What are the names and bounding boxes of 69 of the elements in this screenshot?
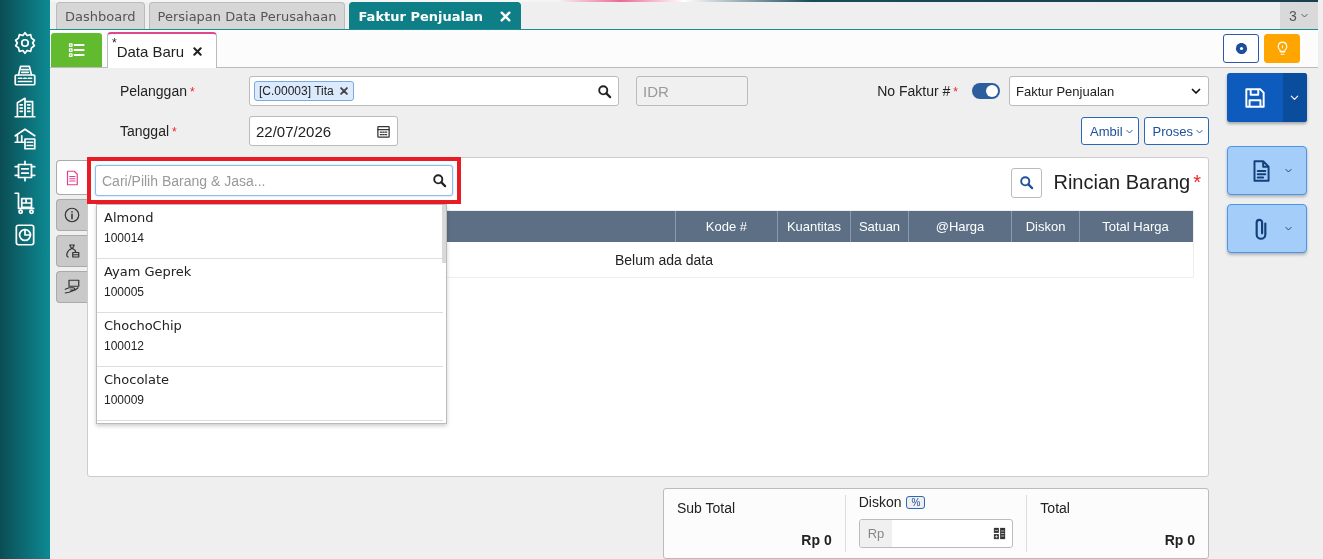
document-tab[interactable]: *Data Baru xyxy=(107,32,217,68)
close-icon[interactable] xyxy=(338,86,349,96)
column-header: Satuan xyxy=(850,211,908,242)
required-mark: * xyxy=(953,85,958,99)
caret-icon xyxy=(1284,224,1293,233)
chart-icon[interactable] xyxy=(12,222,38,248)
payment-icon xyxy=(63,278,81,296)
gear-icon[interactable] xyxy=(12,30,38,56)
search-icon[interactable] xyxy=(597,83,612,99)
panel-title: Rincian Barang xyxy=(1053,171,1191,193)
customer-tag: [C.00003] Tita xyxy=(254,81,354,101)
caret-icon xyxy=(1289,92,1300,103)
required-mark: * xyxy=(172,125,177,139)
result-item[interactable]: Ayam Geprek 100005 xyxy=(97,259,443,313)
total-value: Rp 0 xyxy=(1163,532,1195,548)
search-icon[interactable] xyxy=(432,173,447,188)
search-button[interactable] xyxy=(1011,167,1043,198)
subtotal-label: Sub Total xyxy=(677,500,737,516)
column-header: Kode # xyxy=(675,211,777,242)
customer-field[interactable]: [C.00003] Tita xyxy=(249,76,619,106)
tab[interactable]: Faktur Penjualan xyxy=(349,2,521,29)
side-tab[interactable] xyxy=(56,235,87,267)
tab[interactable]: Dashboard xyxy=(56,2,145,29)
side-tab[interactable] xyxy=(56,160,87,195)
attachment-menu-button[interactable] xyxy=(1226,204,1307,253)
column-header: Total Harga xyxy=(1079,211,1191,242)
calendar-icon xyxy=(376,123,391,139)
money-bag-icon xyxy=(63,242,81,260)
required-mark: * xyxy=(1193,171,1201,193)
discount-mode-button[interactable]: % xyxy=(906,495,926,509)
modified-mark: * xyxy=(112,36,117,50)
field-label: Tanggal xyxy=(120,123,170,139)
printer-icon[interactable] xyxy=(12,62,38,88)
column-header: @Harga xyxy=(908,211,1011,242)
dropdown-button[interactable]: Ambil xyxy=(1081,117,1139,145)
empty-message: Belum ada data xyxy=(614,251,714,268)
caret-icon xyxy=(1299,11,1309,20)
settings-button[interactable] xyxy=(1223,34,1259,63)
list-icon xyxy=(66,40,87,60)
result-item[interactable]: ChochoChip 100012 xyxy=(97,313,443,367)
side-tab[interactable] xyxy=(56,271,87,303)
required-mark: * xyxy=(189,85,195,99)
result-item[interactable]: Chocolate 100009 xyxy=(97,367,443,421)
bank-icon[interactable] xyxy=(12,126,38,152)
cart-icon[interactable] xyxy=(12,190,38,216)
discount-label: Diskon xyxy=(858,494,902,510)
subtotal-value: Rp 0 xyxy=(800,532,832,548)
side-tab[interactable] xyxy=(56,199,87,231)
tab-count-button[interactable]: 3 xyxy=(1280,2,1318,29)
item-search-field[interactable]: Cari/Pilih Barang & Jasa... xyxy=(95,165,453,196)
caret-icon xyxy=(1284,166,1293,175)
date-field[interactable]: 22/07/2026 xyxy=(249,116,398,146)
document-menu-button[interactable] xyxy=(1226,146,1307,195)
invoice-type-select[interactable]: Faktur Penjualan xyxy=(1009,76,1209,106)
settings-icon xyxy=(1233,41,1249,56)
field-label: No Faktur # xyxy=(877,83,951,99)
save-button[interactable] xyxy=(1226,73,1307,122)
field-label: Pelanggan xyxy=(120,83,187,99)
calculator-icon xyxy=(992,526,1008,541)
total-label: Total xyxy=(1040,500,1071,516)
dropdown-button[interactable]: Proses xyxy=(1143,117,1209,145)
toggle-switch[interactable] xyxy=(972,83,1000,99)
close-icon[interactable] xyxy=(192,45,204,57)
tab[interactable]: Persiapan Data Perusahaan xyxy=(148,2,346,29)
scrollbar xyxy=(442,205,446,263)
info-icon xyxy=(63,206,81,224)
column-header: Kuantitas xyxy=(777,211,850,242)
search-icon[interactable] xyxy=(1019,175,1035,190)
column-header: Diskon xyxy=(1011,211,1079,242)
